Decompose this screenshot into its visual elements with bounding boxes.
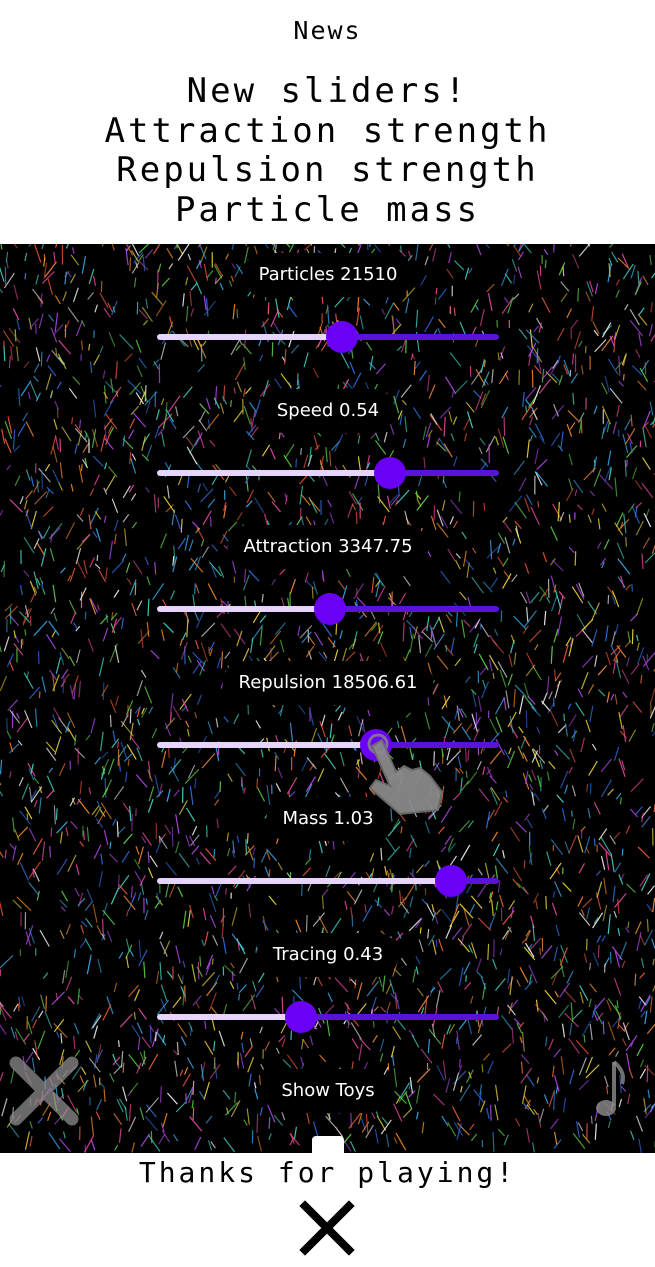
- slider-track: [342, 334, 499, 340]
- slider-track: [301, 1014, 499, 1020]
- slider-track-fill: [157, 878, 451, 884]
- close-icon[interactable]: [8, 1055, 80, 1131]
- slider-thumb[interactable]: [285, 1001, 317, 1033]
- pointing-hand-icon: [360, 730, 450, 824]
- news-header: News New sliders! Attraction strength Re…: [0, 0, 655, 244]
- news-title: News: [293, 16, 362, 45]
- slider-track-fill: [157, 470, 390, 476]
- thanks-text: Thanks for playing!: [138, 1156, 517, 1189]
- attraction-slider[interactable]: [157, 593, 499, 625]
- slider-track-fill: [157, 606, 330, 612]
- music-note-icon[interactable]: [592, 1058, 632, 1126]
- speed-slider[interactable]: [157, 457, 499, 489]
- speed-label: Speed 0.54: [260, 389, 396, 433]
- particles-label: Particles 21510: [242, 253, 414, 297]
- particles-slider[interactable]: [157, 321, 499, 353]
- news-body: New sliders! Attraction strength Repulsi…: [0, 71, 655, 230]
- mass-slider[interactable]: [157, 865, 499, 897]
- close-icon[interactable]: [299, 1200, 355, 1260]
- attraction-label: Attraction 3347.75: [227, 525, 429, 569]
- news-line: New sliders!: [186, 71, 469, 111]
- slider-thumb[interactable]: [435, 865, 467, 897]
- slider-track: [390, 470, 499, 476]
- slider-thumb[interactable]: [314, 593, 346, 625]
- slider-track-fill: [157, 334, 342, 340]
- repulsion-label: Repulsion 18506.61: [222, 661, 434, 705]
- slider-thumb[interactable]: [326, 321, 358, 353]
- tracing-label: Tracing 0.43: [256, 933, 400, 977]
- news-line: Attraction strength: [104, 110, 551, 151]
- show-toys-button[interactable]: Show Toys: [265, 1069, 391, 1113]
- news-line: Repulsion strength: [116, 150, 539, 190]
- news-line: Particle mass: [174, 189, 481, 230]
- slider-track-fill: [157, 742, 376, 748]
- slider-track-fill: [157, 1014, 301, 1020]
- slider-track: [330, 606, 499, 612]
- tracing-slider[interactable]: [157, 1001, 499, 1033]
- slider-thumb[interactable]: [374, 457, 406, 489]
